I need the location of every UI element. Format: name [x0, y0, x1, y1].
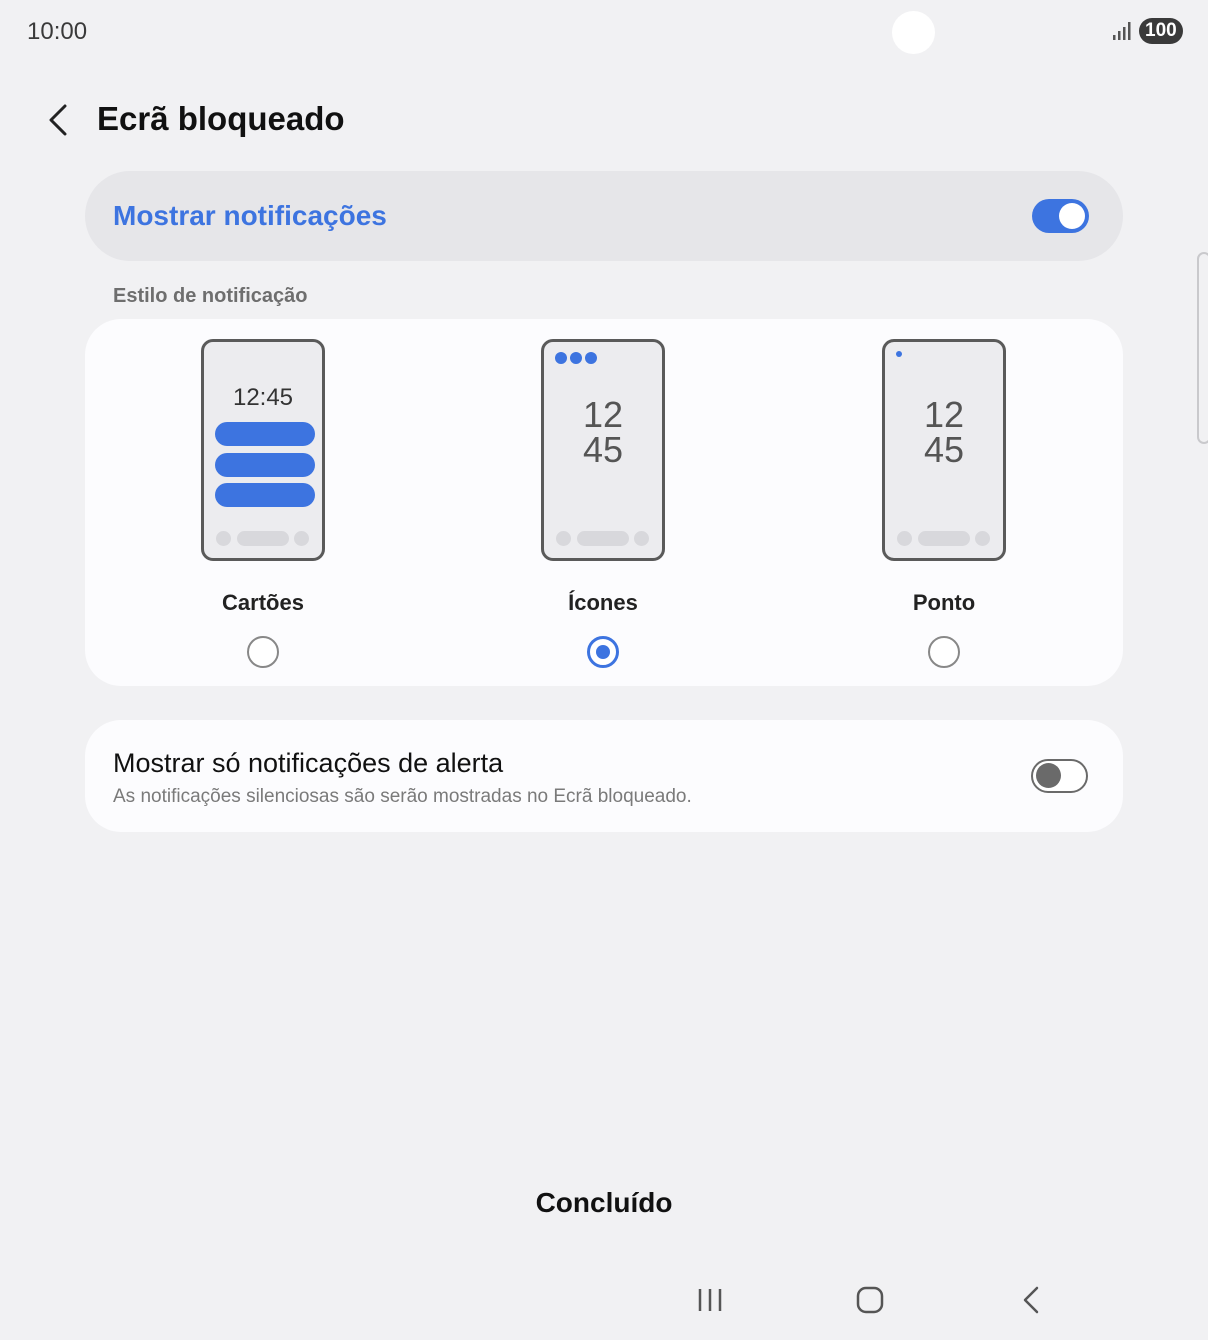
preview-pill: [577, 531, 629, 546]
recents-button[interactable]: [690, 1282, 730, 1318]
toggle-knob: [1059, 203, 1085, 229]
notification-icon-dot: [570, 352, 582, 364]
alert-only-row[interactable]: Mostrar só notificações de alerta As not…: [85, 720, 1123, 832]
preview-pill: [918, 531, 970, 546]
chevron-left-icon: [49, 104, 67, 136]
status-bar: 10:00 100: [0, 0, 1208, 64]
preview-shortcut-dot: [556, 531, 571, 546]
status-time: 10:00: [27, 18, 88, 45]
toggle-knob: [1036, 763, 1061, 788]
dot-radio-button[interactable]: [928, 636, 960, 668]
cards-preview-phone: 12:45: [201, 339, 325, 561]
preview-pill: [237, 531, 289, 546]
back-arrow-icon: [1023, 1286, 1039, 1314]
preview-shortcut-dot: [216, 531, 231, 546]
show-notifications-label: Mostrar notificações: [113, 200, 387, 231]
preview-notification-card: [215, 483, 315, 507]
style-option-label: Cartões: [222, 590, 304, 615]
preview-clock-hour: 12: [923, 394, 965, 435]
done-button[interactable]: Concluído: [504, 1178, 704, 1228]
home-icon: [856, 1286, 884, 1314]
page-title: Ecrã bloqueado: [97, 100, 345, 137]
style-option-icons[interactable]: 12 45 Ícones: [483, 319, 723, 686]
preview-clock-minute: 45: [923, 429, 965, 470]
notification-icon-dot: [585, 352, 597, 364]
recents-icon: [698, 1289, 722, 1311]
preview-bottom-bar: [544, 531, 662, 546]
preview-notification-card: [215, 453, 315, 477]
home-button[interactable]: [850, 1282, 890, 1318]
edge-panel-handle[interactable]: [1197, 252, 1208, 444]
preview-clock-hour: 12: [582, 394, 624, 435]
preview-bottom-bar: [204, 531, 322, 546]
signal-bars-icon: [1113, 22, 1131, 40]
show-notifications-row[interactable]: Mostrar notificações: [85, 171, 1123, 261]
preview-shortcut-dot: [975, 531, 990, 546]
icons-radio-button[interactable]: [587, 636, 619, 668]
show-notifications-toggle[interactable]: [1032, 199, 1089, 233]
alert-only-title: Mostrar só notificações de alerta: [113, 748, 504, 778]
preview-shortcut-dot: [634, 531, 649, 546]
notification-style-card: 12:45 Cartões 12 45 Ícones 12 45 Ponto: [85, 319, 1123, 686]
style-option-dot[interactable]: 12 45 Ponto: [824, 319, 1064, 686]
cards-radio-button[interactable]: [247, 636, 279, 668]
preview-notification-dot: [896, 351, 902, 357]
dot-preview-phone: 12 45: [882, 339, 1006, 561]
style-option-label: Ícones: [568, 590, 638, 615]
navigation-bar: [0, 1270, 1208, 1330]
style-option-label: Ponto: [912, 590, 976, 615]
preview-bottom-bar: [885, 531, 1003, 546]
preview-notification-card: [215, 422, 315, 446]
alert-only-toggle[interactable]: [1031, 759, 1088, 793]
icons-preview-phone: 12 45: [541, 339, 665, 561]
nav-back-button[interactable]: [1011, 1282, 1051, 1318]
alert-only-subtitle: As notificações silenciosas são serão mo…: [113, 786, 692, 807]
preview-shortcut-dot: [294, 531, 309, 546]
preview-clock: 12:45: [232, 384, 294, 411]
preview-shortcut-dot: [897, 531, 912, 546]
notification-style-section-label: Estilo de notificação: [113, 285, 308, 307]
back-button[interactable]: [40, 100, 76, 140]
header: Ecrã bloqueado: [0, 96, 1208, 146]
notification-icon-dot: [555, 352, 567, 364]
style-option-cards[interactable]: 12:45 Cartões: [143, 319, 383, 686]
front-camera-cutout: [892, 11, 935, 54]
battery-level-badge: 100: [1139, 18, 1183, 44]
preview-notification-icons: [555, 351, 600, 364]
preview-clock-minute: 45: [582, 429, 624, 470]
